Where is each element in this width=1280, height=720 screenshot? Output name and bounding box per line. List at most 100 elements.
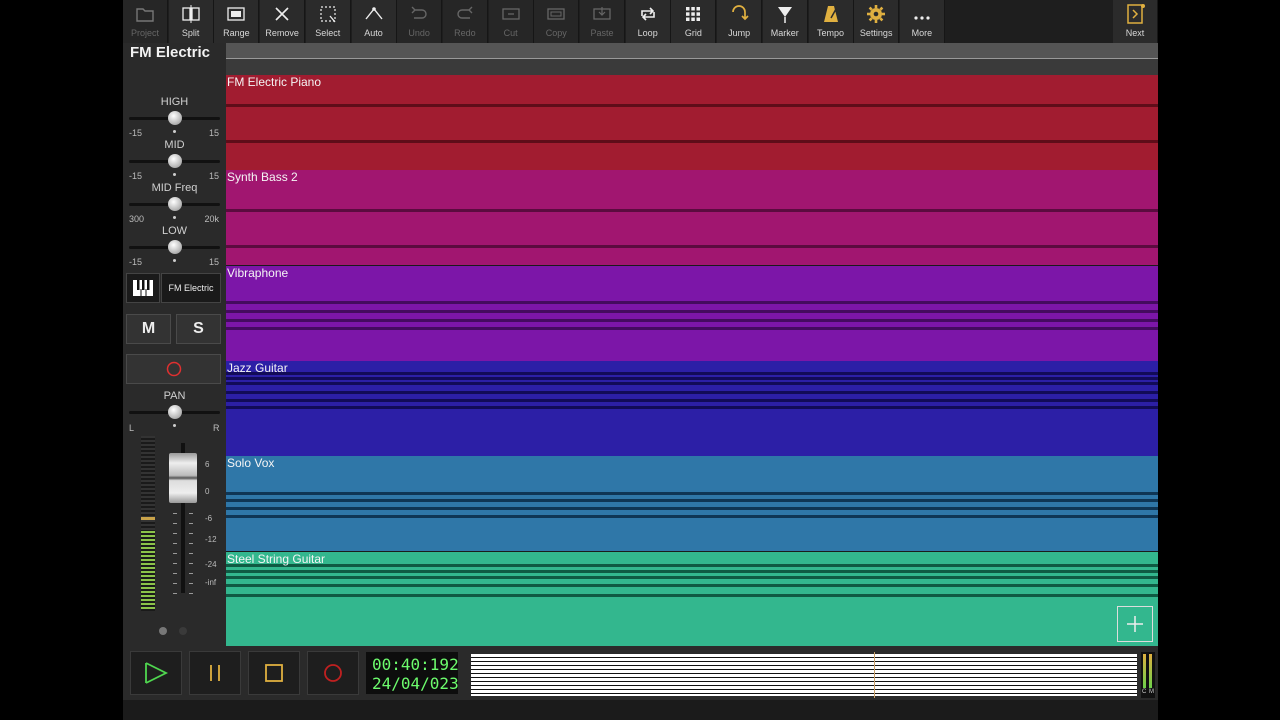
- instrument-name-button[interactable]: FM Electric: [161, 273, 221, 303]
- fader-scale-label: 0: [205, 487, 210, 496]
- eq-mid-knob[interactable]: [167, 154, 182, 168]
- eq-mid-max: 15: [208, 171, 219, 181]
- page-indicator-dot-2[interactable]: [179, 627, 187, 635]
- record-arm-button[interactable]: [126, 354, 221, 384]
- next-icon: [1125, 0, 1145, 27]
- grid-button[interactable]: Grid: [671, 0, 717, 43]
- auto-button[interactable]: Auto: [351, 0, 397, 43]
- play-button[interactable]: [130, 651, 182, 695]
- track-lane[interactable]: Solo Vox: [226, 456, 1158, 552]
- fader-tick: [189, 583, 193, 584]
- eq-mid-freq-knob[interactable]: [167, 197, 182, 211]
- region-divider: [226, 300, 1158, 304]
- track-name: Solo Vox: [227, 456, 275, 471]
- timeline-ruler[interactable]: [226, 43, 1158, 58]
- copy-button[interactable]: Copy: [534, 0, 580, 43]
- eq-high-min: -15: [129, 128, 143, 138]
- meter-label-c: C: [1142, 689, 1147, 695]
- master-meter-right: [1149, 654, 1152, 688]
- redo-icon: [455, 0, 475, 27]
- track-lane[interactable]: Synth Bass 2: [226, 170, 1158, 266]
- time-display[interactable]: 00:40:192 24/04/023: [366, 652, 459, 694]
- pan-label: PAN: [163, 390, 186, 402]
- eq-low-min: -15: [129, 257, 143, 267]
- region-divider: [226, 245, 1158, 249]
- metronome-icon: [821, 0, 841, 27]
- time-readout: 00:40:192: [372, 655, 459, 674]
- region-divider: [226, 371, 1158, 375]
- loop-icon: [638, 0, 658, 27]
- mute-button[interactable]: M: [126, 314, 171, 344]
- grid-icon: [683, 0, 703, 27]
- record-button[interactable]: [307, 651, 359, 695]
- pause-button[interactable]: [189, 651, 241, 695]
- redo-button[interactable]: Redo: [442, 0, 488, 43]
- fader-tick: [173, 593, 177, 594]
- solo-button[interactable]: S: [176, 314, 221, 344]
- next-label: Next: [1125, 28, 1145, 38]
- fader-tick: [189, 533, 193, 534]
- track-name: Synth Bass 2: [227, 170, 298, 185]
- automation-icon: [364, 0, 384, 27]
- jump-button[interactable]: Jump: [717, 0, 763, 43]
- fader-tick: [189, 543, 193, 544]
- split-button[interactable]: Split: [168, 0, 214, 43]
- copy-label: Copy: [545, 28, 567, 38]
- jump-icon: [729, 0, 749, 27]
- fader-scale-label: -inf: [205, 578, 217, 587]
- playhead[interactable]: [874, 652, 875, 698]
- stop-icon: [265, 664, 283, 682]
- tempo-label: Tempo: [816, 28, 844, 38]
- grid-label: Grid: [684, 28, 702, 38]
- loop-button[interactable]: Loop: [625, 0, 671, 43]
- track-name: Jazz Guitar: [227, 360, 288, 375]
- pan-knob[interactable]: [167, 405, 182, 419]
- cut-button[interactable]: Cut: [488, 0, 534, 43]
- eq-low-max: 15: [208, 257, 219, 267]
- project-button[interactable]: Project: [123, 0, 168, 43]
- pan-center-dot: [173, 424, 176, 427]
- fader-scale-label: -24: [205, 560, 217, 569]
- track-lane[interactable]: Steel String Guitar: [226, 551, 1158, 647]
- settings-button[interactable]: Settings: [854, 0, 900, 43]
- eq-mid-center-dot: [173, 173, 176, 176]
- tempo-button[interactable]: Tempo: [808, 0, 854, 43]
- volume-fader-handle[interactable]: [169, 453, 197, 503]
- select-button[interactable]: Select: [305, 0, 351, 43]
- region-divider: [226, 583, 1158, 587]
- eq-mid-freq-label: MID Freq: [151, 182, 198, 194]
- remove-button[interactable]: Remove: [260, 0, 306, 43]
- pause-icon: [210, 665, 220, 681]
- song-overview[interactable]: [471, 654, 1137, 696]
- next-button[interactable]: Next: [1113, 0, 1158, 43]
- eq-high-knob[interactable]: [167, 111, 182, 125]
- track-lane[interactable]: Vibraphone: [226, 265, 1158, 361]
- folder-icon: [135, 0, 155, 27]
- undo-button[interactable]: Undo: [397, 0, 443, 43]
- fader-tick: [173, 573, 177, 574]
- eq-mid-min: -15: [129, 171, 143, 181]
- pan-right-label: R: [213, 423, 220, 433]
- more-icon: [912, 0, 932, 27]
- fader-tick: [189, 593, 193, 594]
- more-label: More: [911, 28, 933, 38]
- range-icon: [226, 0, 246, 27]
- marker-button[interactable]: Marker: [762, 0, 808, 43]
- date-readout: 24/04/023: [372, 674, 459, 693]
- marker-lane[interactable]: [226, 59, 1158, 75]
- split-icon: [181, 0, 201, 27]
- region-divider: [226, 563, 1158, 567]
- paste-button[interactable]: Paste: [580, 0, 625, 43]
- instrument-button[interactable]: [126, 273, 160, 303]
- fader-tick: [173, 513, 177, 514]
- eq-low-knob[interactable]: [167, 240, 182, 254]
- eq-high-max: 15: [208, 128, 219, 138]
- add-track-button[interactable]: [1117, 606, 1153, 642]
- page-indicator-dot-1[interactable]: [159, 627, 167, 635]
- range-button[interactable]: Range: [214, 0, 260, 43]
- more-button[interactable]: More: [899, 0, 945, 43]
- track-lane[interactable]: FM Electric Piano: [226, 75, 1158, 170]
- stop-button[interactable]: [248, 651, 300, 695]
- track-lane[interactable]: Jazz Guitar: [226, 360, 1158, 456]
- master-meter-left: [1143, 654, 1146, 688]
